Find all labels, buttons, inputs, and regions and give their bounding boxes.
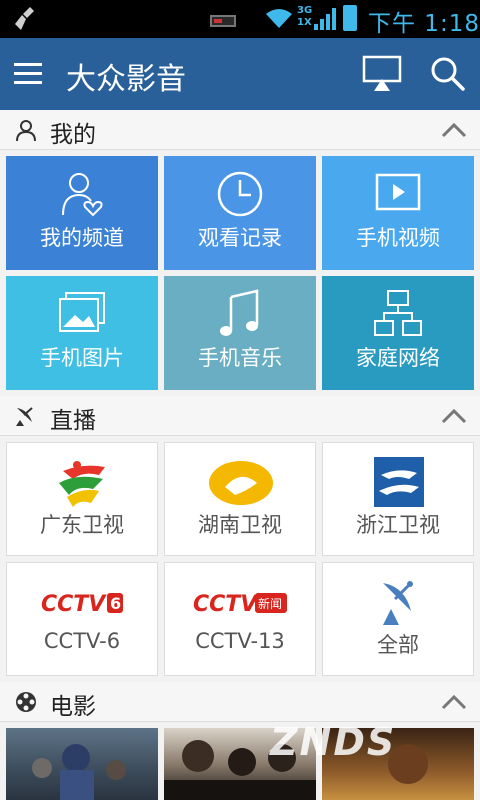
channel-all[interactable]: 全部 — [322, 562, 474, 676]
tile-label: 手机音乐 — [198, 346, 282, 370]
user-heart-icon — [62, 173, 103, 217]
tile-phone-images[interactable]: 手机图片 — [6, 276, 158, 390]
tile-phone-music[interactable]: 手机音乐 — [164, 276, 316, 390]
cast-icon[interactable] — [362, 55, 402, 93]
video-file-icon — [375, 173, 421, 211]
tile-label: 手机图片 — [40, 346, 124, 370]
svg-text:6: 6 — [110, 594, 121, 613]
channel-label: CCTV-6 — [43, 629, 121, 653]
satellite-icon — [16, 407, 33, 426]
status-time: 下午 1:18 — [368, 11, 480, 37]
wifi-icon — [266, 9, 292, 28]
chevron-up-icon[interactable] — [440, 119, 468, 141]
broom-icon — [15, 7, 34, 30]
network-icon — [374, 290, 422, 336]
section-header-live[interactable]: 直播 — [0, 396, 480, 436]
music-note-icon — [220, 289, 259, 336]
watermark-text: ZNDS — [270, 720, 397, 764]
section-header-mine[interactable]: 我的 — [0, 110, 480, 150]
guangdong-tv-logo — [59, 461, 105, 507]
tile-label: 手机视频 — [356, 226, 440, 250]
section-title: 电影 — [50, 694, 96, 720]
battery-saver-icon — [210, 15, 236, 27]
svg-text:CCTV: CCTV — [41, 592, 107, 617]
cctv13-logo: CCTV 新闻 — [193, 592, 287, 617]
channel-label: 湖南卫视 — [198, 513, 282, 537]
search-icon[interactable] — [430, 56, 466, 92]
app-title: 大众影音 — [66, 62, 186, 97]
film-reel-icon — [16, 692, 36, 712]
zhejiang-tv-logo — [374, 457, 424, 507]
satellite-dish-icon — [383, 581, 413, 625]
section-title: 直播 — [50, 408, 96, 434]
clock-icon — [217, 171, 263, 217]
chevron-up-icon[interactable] — [440, 691, 468, 713]
section-header-movie[interactable]: 电影 — [0, 682, 480, 722]
channel-cctv13[interactable]: CCTV 新闻 CCTV-13 — [164, 562, 316, 676]
channel-label: 全部 — [377, 633, 419, 657]
status-bar: 3G 1X 下午 1:18 — [0, 0, 480, 38]
channel-label: 浙江卫视 — [356, 513, 440, 537]
tile-my-channels[interactable]: 我的频道 — [6, 156, 158, 270]
channel-label: 广东卫视 — [40, 513, 124, 537]
channel-hunan[interactable]: 湖南卫视 — [164, 442, 316, 556]
app-header: 大众影音 — [0, 38, 480, 110]
svg-text:CCTV: CCTV — [193, 592, 259, 617]
user-icon — [16, 120, 36, 142]
image-icon — [59, 292, 105, 332]
tile-label: 观看记录 — [198, 226, 282, 250]
tile-label: 我的频道 — [40, 226, 124, 250]
channel-label: CCTV-13 — [195, 629, 285, 653]
tile-home-network[interactable]: 家庭网络 — [322, 276, 474, 390]
channel-zhejiang[interactable]: 浙江卫视 — [322, 442, 474, 556]
tile-label: 家庭网络 — [356, 346, 440, 370]
movie-poster[interactable] — [6, 728, 158, 800]
hunan-tv-logo — [209, 461, 273, 505]
battery-icon — [343, 5, 357, 31]
channel-guangdong[interactable]: 广东卫视 — [6, 442, 158, 556]
svg-text:新闻: 新闻 — [258, 596, 282, 611]
tile-phone-videos[interactable]: 手机视频 — [322, 156, 474, 270]
section-title: 我的 — [50, 122, 96, 148]
tile-watch-history[interactable]: 观看记录 — [164, 156, 316, 270]
network-type-label: 3G 1X — [297, 5, 313, 28]
menu-icon[interactable] — [14, 60, 42, 88]
cctv6-logo: CCTV 6 — [41, 592, 123, 617]
signal-bars-icon — [314, 8, 336, 30]
channel-cctv6[interactable]: CCTV 6 CCTV-6 — [6, 562, 158, 676]
chevron-up-icon[interactable] — [440, 405, 468, 427]
